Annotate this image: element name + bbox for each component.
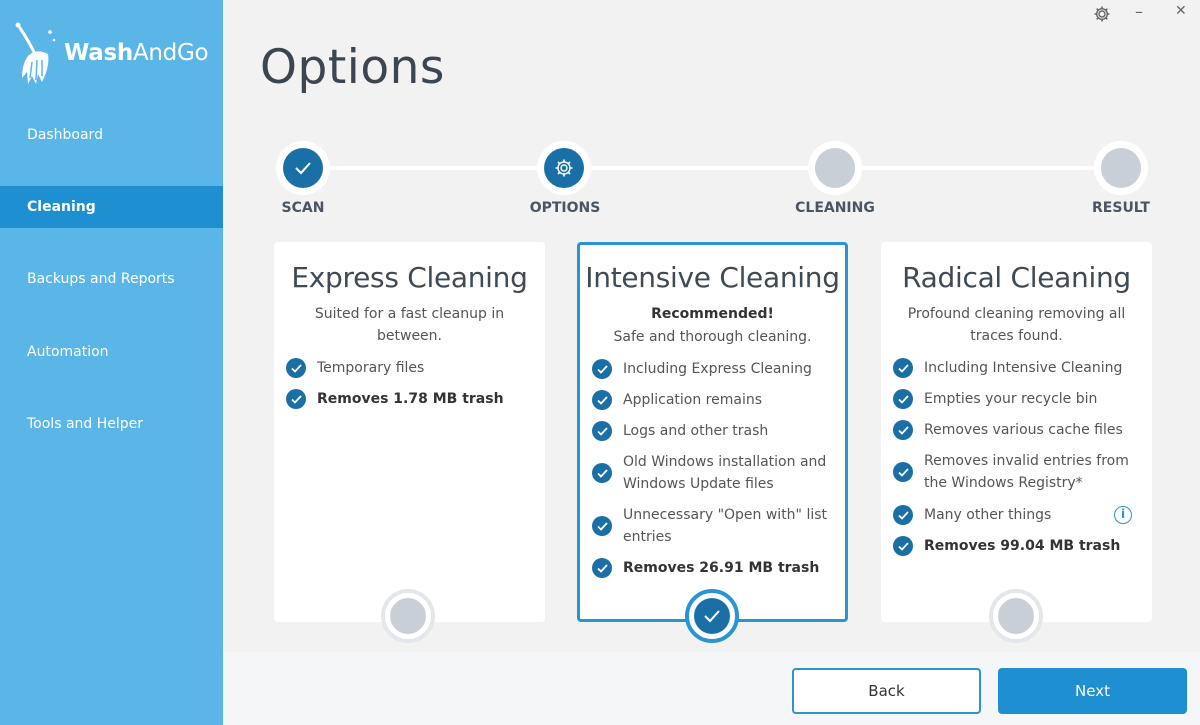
gear-icon[interactable]	[1093, 5, 1111, 23]
checkmark-icon	[704, 610, 720, 623]
check-circle-icon	[592, 516, 612, 536]
step-label-scan: SCAN	[281, 200, 325, 216]
check-circle-icon	[592, 558, 612, 578]
feature-item: Including Express Cleaning	[592, 358, 833, 380]
app-logo: WashAndGo	[14, 22, 209, 88]
card-title: Intensive Cleaning	[585, 261, 840, 294]
feature-item: Empties your recycle bin	[893, 388, 1140, 410]
feature-item: Temporary files	[286, 357, 533, 379]
feature-item: Removes various cache files	[893, 419, 1140, 441]
check-circle-icon	[592, 359, 612, 379]
check-circle-icon	[893, 536, 913, 556]
feature-item: Including Intensive Cleaning	[893, 357, 1140, 379]
check-circle-icon	[893, 358, 913, 378]
sidebar-item-automation[interactable]: Automation	[0, 331, 223, 373]
express-cleaning-radio[interactable]	[381, 589, 435, 643]
check-circle-icon	[893, 389, 913, 409]
feature-item: Unnecessary "Open with" list entries	[592, 504, 833, 548]
step-label-cleaning: CLEANING	[795, 200, 875, 216]
card-subtitle: Safe and thorough cleaning.	[613, 329, 812, 345]
card-title: Express Cleaning	[291, 261, 528, 294]
sidebar-item-backups-and-reports[interactable]: Backups and Reports	[0, 258, 223, 300]
card-subtitle: Suited for a fast cleanup in between.	[314, 306, 505, 344]
card-subtitle: Profound cleaning removing all traces fo…	[907, 306, 1126, 344]
feature-item: Application remains	[592, 389, 833, 411]
checkmark-icon	[295, 162, 311, 175]
feature-item: Old Windows installation and Windows Upd…	[592, 451, 833, 495]
intensive-cleaning-radio[interactable]	[685, 589, 739, 643]
intensive-cleaning-card[interactable]: Intensive Cleaning Recommended! Safe and…	[577, 242, 848, 622]
feature-item: Many other things	[893, 504, 1140, 526]
sidebar-item-dashboard[interactable]: Dashboard	[0, 114, 223, 156]
feature-item-total: Removes 99.04 MB trash	[893, 535, 1140, 557]
next-button[interactable]: Next	[998, 668, 1187, 714]
broom-logo-icon	[15, 22, 56, 84]
back-button[interactable]: Back	[792, 668, 981, 714]
feature-item-total: Removes 1.78 MB trash	[286, 388, 533, 410]
step-scan-indicator	[276, 141, 330, 195]
check-circle-icon	[893, 462, 913, 482]
radical-cleaning-card[interactable]: Radical Cleaning Profound cleaning remov…	[881, 242, 1152, 622]
feature-item: Logs and other trash	[592, 420, 833, 442]
card-title: Radical Cleaning	[902, 261, 1131, 294]
radical-cleaning-radio[interactable]	[989, 589, 1043, 643]
check-circle-icon	[286, 358, 306, 378]
check-circle-icon	[592, 390, 612, 410]
check-circle-icon	[893, 420, 913, 440]
step-label-result: RESULT	[1092, 200, 1150, 216]
check-circle-icon	[286, 389, 306, 409]
page-title: Options	[260, 40, 445, 95]
check-circle-icon	[893, 505, 913, 525]
minimize-button[interactable]: –	[1135, 2, 1143, 21]
close-button[interactable]: ✕	[1175, 3, 1187, 19]
step-cleaning-indicator	[808, 141, 862, 195]
sidebar-item-cleaning[interactable]: Cleaning	[0, 186, 223, 228]
feature-item: Removes invalid entries from the Windows…	[893, 450, 1140, 494]
sidebar: WashAndGo Dashboard Cleaning Backups and…	[0, 0, 223, 725]
recommended-label: Recommended!	[651, 306, 774, 322]
express-cleaning-card[interactable]: Express Cleaning Suited for a fast clean…	[274, 242, 545, 622]
app-name: WashAndGo	[64, 40, 209, 66]
step-options-indicator	[537, 141, 591, 195]
feature-item-total: Removes 26.91 MB trash	[592, 557, 833, 579]
check-circle-icon	[592, 463, 612, 483]
info-icon[interactable]: i	[1114, 506, 1132, 524]
check-circle-icon	[592, 421, 612, 441]
stepper-track	[303, 166, 1121, 170]
sidebar-item-tools-and-helper[interactable]: Tools and Helper	[0, 403, 223, 445]
step-result-indicator	[1094, 141, 1148, 195]
step-label-options: OPTIONS	[529, 200, 601, 216]
gear-icon	[555, 159, 573, 177]
